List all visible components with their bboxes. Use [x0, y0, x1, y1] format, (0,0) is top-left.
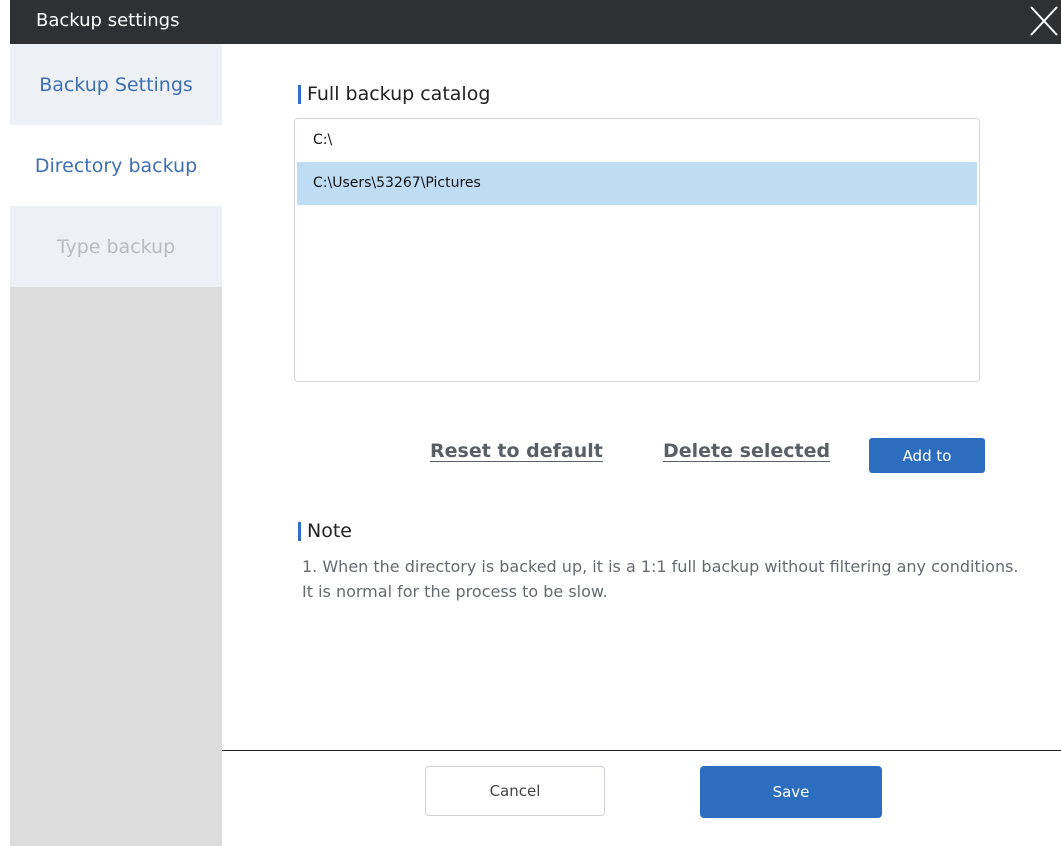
- sidebar-item-label: Type backup: [56, 235, 176, 258]
- footer-divider: [222, 750, 1061, 751]
- add-to-button-label: Add to: [902, 446, 952, 465]
- note-text: 1. When the directory is backed up, it i…: [302, 557, 1019, 601]
- backup-settings-dialog: Backup settings Backup Settings Director…: [0, 0, 1061, 846]
- catalog-heading-text: Full backup catalog: [307, 83, 491, 105]
- title-bar: Backup settings: [10, 0, 1061, 44]
- add-to-button[interactable]: Add to: [869, 438, 985, 473]
- sidebar-item-directory-backup[interactable]: Directory backup: [10, 125, 222, 206]
- heading-accent-bar: [298, 521, 301, 541]
- sidebar-item-label: Backup Settings: [39, 73, 193, 96]
- list-item-path: C:\: [313, 132, 333, 148]
- save-button[interactable]: Save: [700, 766, 882, 818]
- catalog-list[interactable]: C:\ C:\Users\53267\Pictures: [294, 118, 980, 382]
- sidebar-item-type-backup[interactable]: Type backup: [10, 206, 222, 287]
- reset-to-default-link[interactable]: Reset to default: [430, 440, 603, 462]
- list-item-selected[interactable]: C:\Users\53267\Pictures: [297, 162, 977, 205]
- heading-accent-bar: [298, 84, 301, 104]
- note-heading-text: Note: [307, 520, 352, 542]
- catalog-heading: Full backup catalog: [298, 83, 490, 105]
- list-item-path: C:\Users\53267\Pictures: [313, 175, 481, 191]
- sidebar: Backup Settings Directory backup Type ba…: [10, 44, 222, 846]
- save-button-label: Save: [772, 783, 810, 801]
- sidebar-item-label: Directory backup: [34, 154, 198, 177]
- note-heading: Note: [298, 520, 352, 542]
- close-icon[interactable]: [1027, 3, 1061, 39]
- sidebar-item-backup-settings[interactable]: Backup Settings: [10, 44, 222, 125]
- list-item[interactable]: C:\: [297, 119, 977, 162]
- delete-selected-link[interactable]: Delete selected: [663, 440, 830, 462]
- window-title: Backup settings: [36, 10, 180, 31]
- cancel-button-label: Cancel: [489, 782, 541, 800]
- cancel-button[interactable]: Cancel: [425, 766, 605, 816]
